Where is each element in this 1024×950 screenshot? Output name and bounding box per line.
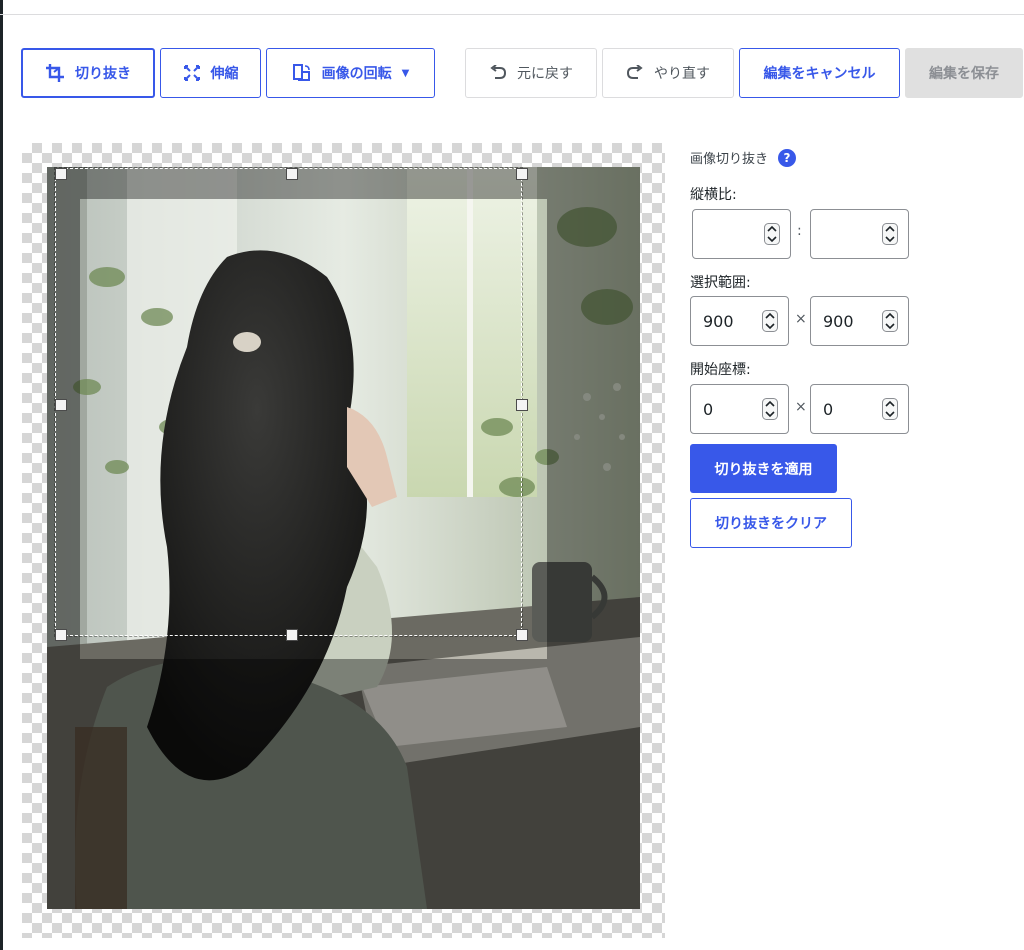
spinner-arrows-icon[interactable] xyxy=(762,310,778,332)
image-canvas[interactable] xyxy=(22,143,665,938)
crop-handle-top[interactable] xyxy=(286,168,298,180)
chevron-down-icon: ▼ xyxy=(401,67,410,79)
scale-button-label: 伸縮 xyxy=(210,66,239,82)
aspect-width-input[interactable] xyxy=(692,209,791,259)
crop-handle-top-right[interactable] xyxy=(516,168,528,180)
image-edit-toolbar: 切り抜き 伸縮 画像の回転 ▼ 元に戻す やり直す 編集をキャンセル 編集を保存 xyxy=(0,48,1024,100)
apply-crop-button[interactable]: 切り抜きを適用 xyxy=(690,444,837,493)
undo-button[interactable]: 元に戻す xyxy=(465,48,597,98)
rotate-dropdown-button[interactable]: 画像の回転 ▼ xyxy=(266,48,435,98)
redo-button[interactable]: やり直す xyxy=(602,48,734,98)
start-x-input[interactable]: 0 xyxy=(690,384,789,434)
crop-selection-box[interactable] xyxy=(54,167,523,637)
start-x-value: 0 xyxy=(703,399,714,419)
rotate-icon xyxy=(292,63,312,83)
aspect-height-input[interactable] xyxy=(810,209,909,259)
undo-arrow-icon xyxy=(489,65,507,81)
start-coordinates-label: 開始座標: xyxy=(690,362,751,378)
redo-button-label: やり直す xyxy=(654,66,710,82)
selection-width-input[interactable]: 900 xyxy=(690,296,789,346)
spinner-arrows-icon[interactable] xyxy=(762,398,778,420)
crop-handle-bottom[interactable] xyxy=(286,629,298,641)
crop-button[interactable]: 切り抜き xyxy=(21,48,155,98)
start-y-value: 0 xyxy=(823,399,834,419)
cancel-editing-button[interactable]: 編集をキャンセル xyxy=(739,48,900,98)
help-question-icon[interactable]: ? xyxy=(778,148,797,167)
selection-separator: × xyxy=(795,311,807,327)
spinner-arrows-icon[interactable] xyxy=(764,223,780,245)
crop-panel-title: 画像切り抜き ? xyxy=(690,148,797,167)
save-edits-button[interactable]: 編集を保存 xyxy=(905,48,1023,98)
header-divider xyxy=(0,14,1024,15)
selection-width-value: 900 xyxy=(703,311,734,331)
redo-arrow-icon xyxy=(626,65,644,81)
window-edge xyxy=(0,0,3,950)
selection-height-input[interactable]: 900 xyxy=(810,296,909,346)
crop-button-label: 切り抜き xyxy=(75,66,131,82)
rotate-button-label: 画像の回転 xyxy=(321,66,392,82)
start-y-input[interactable]: 0 xyxy=(810,384,909,434)
spinner-arrows-icon[interactable] xyxy=(882,398,898,420)
crop-mask-bottom xyxy=(80,659,547,909)
save-edits-label: 編集を保存 xyxy=(929,66,999,82)
start-separator: × xyxy=(795,399,807,415)
clear-crop-label: 切り抜きをクリア xyxy=(715,516,827,532)
aspect-separator: : xyxy=(797,223,802,239)
undo-button-label: 元に戻す xyxy=(517,66,573,82)
selection-label: 選択範囲: xyxy=(690,275,751,291)
crop-handle-bottom-left[interactable] xyxy=(55,629,67,641)
apply-crop-label: 切り抜きを適用 xyxy=(714,461,813,478)
crop-handle-right[interactable] xyxy=(516,399,528,411)
scale-button[interactable]: 伸縮 xyxy=(160,48,261,98)
crop-panel-title-text: 画像切り抜き xyxy=(690,152,769,167)
clear-crop-button[interactable]: 切り抜きをクリア xyxy=(690,498,852,548)
selection-height-value: 900 xyxy=(823,311,854,331)
spinner-arrows-icon[interactable] xyxy=(882,223,898,245)
cancel-editing-label: 編集をキャンセル xyxy=(763,66,876,82)
crop-handle-left[interactable] xyxy=(55,399,67,411)
crop-handle-bottom-right[interactable] xyxy=(516,629,528,641)
spinner-arrows-icon[interactable] xyxy=(882,310,898,332)
crop-mask-right xyxy=(547,167,640,909)
aspect-ratio-label: 縦横比: xyxy=(690,187,737,203)
crop-handle-top-left[interactable] xyxy=(55,168,67,180)
scale-arrows-icon xyxy=(183,64,201,82)
crop-icon xyxy=(45,63,65,83)
